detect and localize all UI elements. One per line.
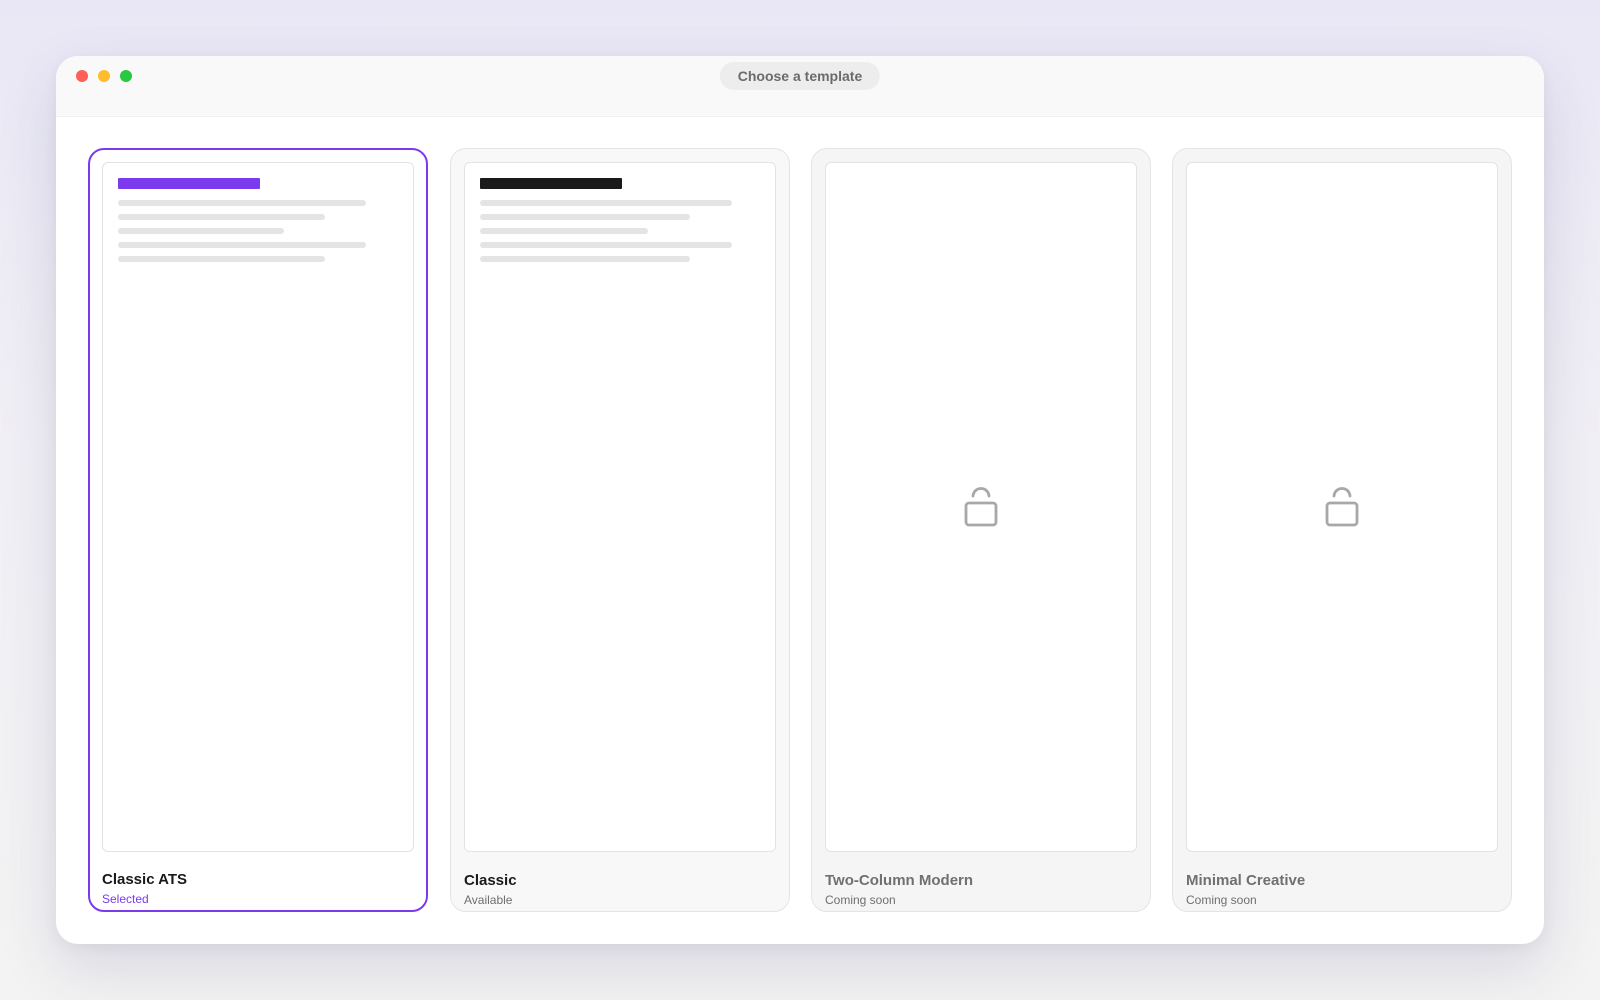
template-card-classic-ats[interactable]: Classic ATS Selected xyxy=(88,148,428,912)
window-title: Choose a template xyxy=(719,62,881,90)
template-name: Classic xyxy=(464,872,517,889)
title-bar: Choose a template xyxy=(56,56,1544,117)
close-window-button[interactable] xyxy=(76,70,88,82)
preview-text-line xyxy=(118,200,366,206)
template-status: Selected xyxy=(102,892,149,906)
preview-text-line xyxy=(118,256,325,262)
template-name: Classic ATS xyxy=(102,871,188,888)
preview-text-line xyxy=(480,256,690,262)
lock-icon xyxy=(1325,487,1359,527)
template-preview xyxy=(102,162,414,852)
template-card-minimal-creative: Minimal Creative Coming soon xyxy=(1172,148,1512,912)
template-window: Choose a template Classic ATS Selected C… xyxy=(56,56,1544,944)
preview-text-line xyxy=(480,242,732,248)
template-card-classic[interactable]: Classic Available xyxy=(450,148,790,912)
template-name: Two-Column Modern xyxy=(825,872,974,889)
template-status: Coming soon xyxy=(1186,893,1257,907)
template-preview xyxy=(825,162,1137,852)
lock-icon xyxy=(964,487,998,527)
template-card-two-column-modern: Two-Column Modern Coming soon xyxy=(811,148,1151,912)
preview-text-line xyxy=(480,228,648,234)
preview-heading-bar xyxy=(118,178,260,189)
template-status: Coming soon xyxy=(825,893,896,907)
template-preview xyxy=(464,162,776,852)
template-grid: Classic ATS Selected Classic Available T… xyxy=(88,148,1512,912)
preview-text-line xyxy=(118,228,284,234)
preview-text-line xyxy=(118,242,366,248)
preview-text-line xyxy=(480,214,690,220)
template-preview xyxy=(1186,162,1498,852)
preview-text-line xyxy=(118,214,325,220)
maximize-window-button[interactable] xyxy=(120,70,132,82)
preview-text-line xyxy=(480,200,732,206)
minimize-window-button[interactable] xyxy=(98,70,110,82)
template-name: Minimal Creative xyxy=(1186,872,1306,889)
template-status: Available xyxy=(464,893,513,907)
preview-heading-bar xyxy=(480,178,622,189)
